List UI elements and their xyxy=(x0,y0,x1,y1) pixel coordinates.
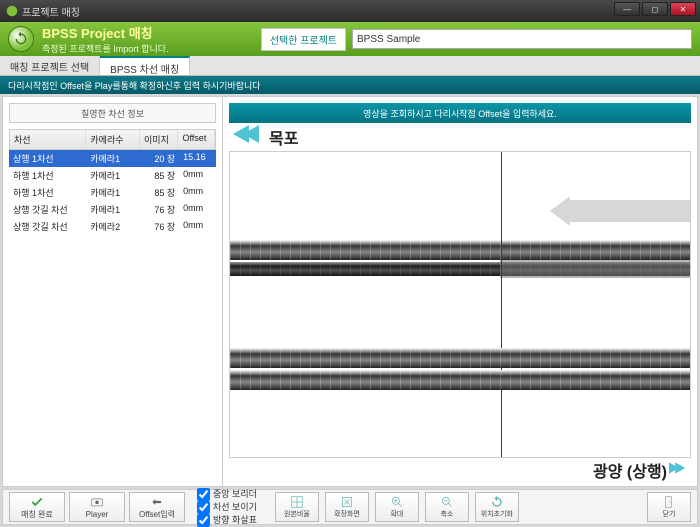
cell-offset: 15.16 xyxy=(179,150,216,167)
complete-button-label: 매칭 완료 xyxy=(21,509,53,520)
window-title: 프로젝트 매칭 xyxy=(22,4,80,19)
player-button[interactable]: Player xyxy=(69,492,125,522)
view-options: 중앙 보리더 차선 보이기 방향 화살표 xyxy=(197,488,257,527)
minimize-button[interactable]: — xyxy=(614,2,640,16)
footer-toolbar: 매칭 완료 Player Offset입력 중앙 보리더 차선 보이기 방향 화… xyxy=(2,489,698,525)
table-row[interactable]: 하행 1차선카메라185 장0mm xyxy=(9,167,216,184)
direction-arrow-icon xyxy=(550,196,690,226)
image-strip-4 xyxy=(230,370,690,390)
view-control-buttons: 원본비율 확장화면 확대 축소 위치초기화 xyxy=(275,492,519,522)
select-project-button[interactable]: 선택한 프로젝트 xyxy=(261,28,346,51)
right-instruction: 영상을 조회하시고 다리시작점 Offset을 입력하세요. xyxy=(229,103,691,123)
image-strip-1 xyxy=(230,240,690,260)
original-ratio-button[interactable]: 원본비율 xyxy=(275,492,319,522)
th-offset: Offset xyxy=(178,130,215,149)
offset-input-button-label: Offset입력 xyxy=(139,509,175,520)
project-name-input[interactable] xyxy=(352,29,692,49)
canvas-area: 목포 광양 (상행) xyxy=(229,125,691,482)
zoom-in-button[interactable]: 확대 xyxy=(375,492,419,522)
complete-button[interactable]: 매칭 완료 xyxy=(9,492,65,522)
cell-offset: 0mm xyxy=(179,184,216,201)
cell-image: 20 장 xyxy=(140,150,179,167)
instruction-bar: 다리시작점인 Offset을 Play를통해 확정하신후 입력 하시기바랍니다 xyxy=(0,76,700,94)
cell-camera: 카메라1 xyxy=(86,184,140,201)
check-icon xyxy=(30,495,44,509)
table-row[interactable]: 상행 갓길 차선카메라176 장0mm xyxy=(9,201,216,218)
ribbon-subtitle: 측정된 프로젝트를 Import 합니다. xyxy=(42,42,169,55)
cell-offset: 0mm xyxy=(179,167,216,184)
offset-marker-line[interactable] xyxy=(501,152,502,457)
lane-table: 차선 카메라수 이미지 Offset 상행 1차선카메라120 장15.16하행… xyxy=(9,129,216,235)
zoom-in-icon xyxy=(390,495,404,509)
cell-camera: 카메라1 xyxy=(86,150,140,167)
end-location-label: 광양 (상행) xyxy=(593,458,667,482)
door-icon xyxy=(662,495,676,509)
tab-bar: 매칭 프로젝트 선택 BPSS 차선 매칭 xyxy=(0,56,700,76)
tab-lane-matching[interactable]: BPSS 차선 매칭 xyxy=(100,56,190,75)
table-header: 차선 카메라수 이미지 Offset xyxy=(9,129,216,150)
ribbon-header: BPSS Project 매칭 측정된 프로젝트를 Import 합니다. 선택… xyxy=(0,22,700,56)
tab-project-select[interactable]: 매칭 프로젝트 선택 xyxy=(0,56,100,75)
reset-icon xyxy=(490,495,504,509)
check-center-border[interactable]: 중앙 보리더 xyxy=(197,488,257,501)
player-icon xyxy=(90,496,104,510)
table-row[interactable]: 상행 1차선카메라120 장15.16 xyxy=(9,150,216,167)
maximize-button[interactable]: ◻ xyxy=(642,2,668,16)
cell-camera: 카메라2 xyxy=(86,218,140,235)
left-panel: 칠영한 차선 정보 차선 카메라수 이미지 Offset 상행 1차선카메라12… xyxy=(3,97,223,486)
expand-icon xyxy=(340,495,354,509)
start-location-label: 목포 xyxy=(269,125,298,149)
left-panel-header: 칠영한 차선 정보 xyxy=(9,103,216,123)
reset-position-button[interactable]: 위치초기화 xyxy=(475,492,519,522)
player-button-label: Player xyxy=(86,510,109,519)
cell-image: 85 장 xyxy=(140,167,179,184)
app-icon xyxy=(6,5,18,17)
table-row[interactable]: 하행 1차선카메라185 장0mm xyxy=(9,184,216,201)
offset-input-button[interactable]: Offset입력 xyxy=(129,492,185,522)
right-panel: 영상을 조회하시고 다리시작점 Offset을 입력하세요. 목포 광양 (상행… xyxy=(223,97,697,486)
cell-offset: 0mm xyxy=(179,218,216,235)
cell-offset: 0mm xyxy=(179,201,216,218)
cell-image: 76 장 xyxy=(140,201,179,218)
cell-lane: 하행 1차선 xyxy=(9,184,86,201)
th-camera: 카메라수 xyxy=(86,130,140,149)
cell-image: 76 장 xyxy=(140,218,179,235)
cell-lane: 상행 갓길 차선 xyxy=(9,218,86,235)
check-show-lane[interactable]: 차선 보이기 xyxy=(197,501,257,514)
start-direction-icon xyxy=(233,125,259,143)
cell-lane: 상행 1차선 xyxy=(9,150,86,167)
zoom-out-button[interactable]: 축소 xyxy=(425,492,469,522)
cell-image: 85 장 xyxy=(140,184,179,201)
window-titlebar: 프로젝트 매칭 — ◻ ✕ xyxy=(0,0,700,22)
th-lane: 차선 xyxy=(10,130,86,149)
zoom-out-icon xyxy=(440,495,454,509)
selection-highlight xyxy=(500,260,690,278)
refresh-icon xyxy=(8,26,34,52)
expand-button[interactable]: 확장화면 xyxy=(325,492,369,522)
main-panel: 칠영한 차선 정보 차선 카메라수 이미지 Offset 상행 1차선카메라12… xyxy=(2,96,698,487)
grid-icon xyxy=(290,495,304,509)
table-row[interactable]: 상행 갓길 차선카메라276 장0mm xyxy=(9,218,216,235)
cell-lane: 하행 1차선 xyxy=(9,167,86,184)
offset-icon xyxy=(150,495,164,509)
cell-camera: 카메라1 xyxy=(86,167,140,184)
image-strip-3 xyxy=(230,348,690,368)
cell-lane: 상행 갓길 차선 xyxy=(9,201,86,218)
close-window-button[interactable]: ✕ xyxy=(670,2,696,16)
image-viewport[interactable] xyxy=(229,151,691,458)
th-image: 이미지 xyxy=(140,130,178,149)
ribbon-title: BPSS Project 매칭 xyxy=(42,26,153,41)
check-direction-arrow[interactable]: 방향 화살표 xyxy=(197,514,257,527)
close-button[interactable]: 닫기 xyxy=(647,492,691,522)
cell-camera: 카메라1 xyxy=(86,201,140,218)
end-direction-icon xyxy=(669,459,689,480)
